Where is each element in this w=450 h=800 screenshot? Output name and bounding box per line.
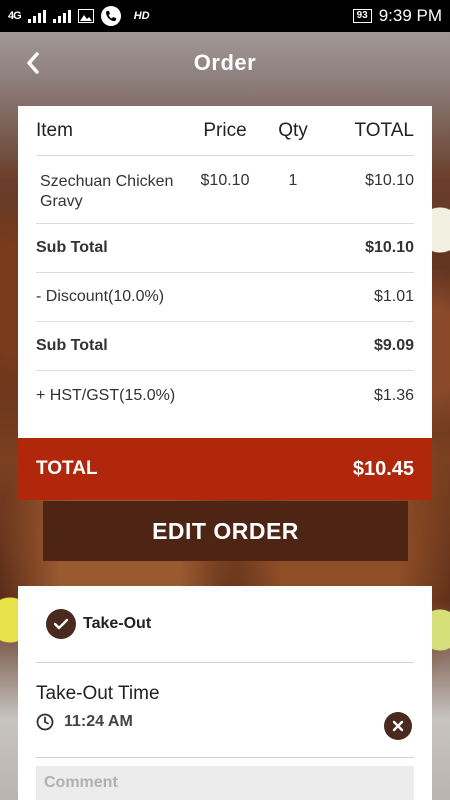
item-total: $10.10	[365, 172, 414, 189]
item-qty: 1	[288, 172, 298, 189]
takeout-time-title: Take-Out Time	[36, 683, 160, 704]
discount-value: $1.01	[373, 288, 414, 305]
takeout-time-value: 11:24 AM	[64, 713, 133, 730]
tax-value: $1.36	[373, 386, 414, 404]
discount-label: - Discount(10.0%)	[36, 288, 165, 305]
clock-time: 9:39 PM	[378, 6, 442, 25]
column-header-qty: Qty	[278, 119, 308, 141]
discount-row: - Discount(10.0%) $1.01	[36, 273, 414, 322]
takeout-option[interactable]: Take-Out	[36, 586, 414, 663]
signal-icon	[52, 9, 71, 23]
total-value: $10.45	[352, 457, 414, 480]
close-icon	[392, 720, 404, 732]
subtotal-after-discount-row: Sub Total $9.09	[36, 322, 414, 371]
table-header: Item Price Qty TOTAL	[36, 106, 414, 156]
column-header-item: Item	[36, 119, 73, 141]
takeout-label: Take-Out	[83, 615, 152, 632]
hd-indicator: HD	[133, 10, 150, 22]
edit-order-button[interactable]: EDIT ORDER	[43, 501, 408, 561]
tax-row: + HST/GST(15.0%) $1.36	[36, 371, 414, 420]
order-summary-card: Item Price Qty TOTAL Szechuan Chicken Gr…	[18, 106, 432, 438]
item-price: $10.10	[200, 172, 250, 189]
page-title: Order	[193, 50, 257, 75]
signal-icon	[27, 9, 46, 23]
table-row: Szechuan Chicken Gravy $10.10 1 $10.10	[36, 156, 414, 224]
column-header-price: Price	[203, 119, 247, 141]
column-header-total: TOTAL	[354, 119, 414, 141]
subtotal-after-value: $9.09	[373, 337, 414, 354]
status-bar: 4G HD 93 9:39 PM	[0, 0, 450, 32]
app-header: Order	[0, 32, 450, 94]
item-name: Szechuan Chicken Gravy	[40, 173, 174, 210]
clock-icon	[36, 713, 54, 731]
order-options-panel: Take-Out Take-Out Time 11:24 AM	[18, 586, 432, 800]
takeout-time-section: Take-Out Time 11:24 AM	[36, 663, 414, 758]
battery-indicator: 93	[352, 9, 372, 23]
subtotal-value: $10.10	[365, 239, 414, 256]
takeout-time-picker[interactable]: 11:24 AM	[36, 713, 414, 731]
clear-time-button[interactable]	[384, 712, 412, 740]
subtotal-label: Sub Total	[36, 239, 108, 256]
subtotal-row: Sub Total $10.10	[36, 224, 414, 273]
back-button[interactable]	[20, 48, 46, 78]
comment-input[interactable]	[36, 766, 414, 800]
network-indicator: 4G	[8, 10, 22, 22]
tax-label: + HST/GST(15.0%)	[36, 386, 176, 404]
total-label: TOTAL	[36, 458, 98, 479]
subtotal-after-label: Sub Total	[36, 337, 108, 354]
total-bar: TOTAL $10.45	[18, 438, 432, 500]
phone-call-icon	[100, 6, 121, 26]
image-icon	[77, 9, 94, 23]
chevron-left-icon	[27, 52, 39, 74]
checkmark-icon[interactable]	[46, 609, 76, 639]
